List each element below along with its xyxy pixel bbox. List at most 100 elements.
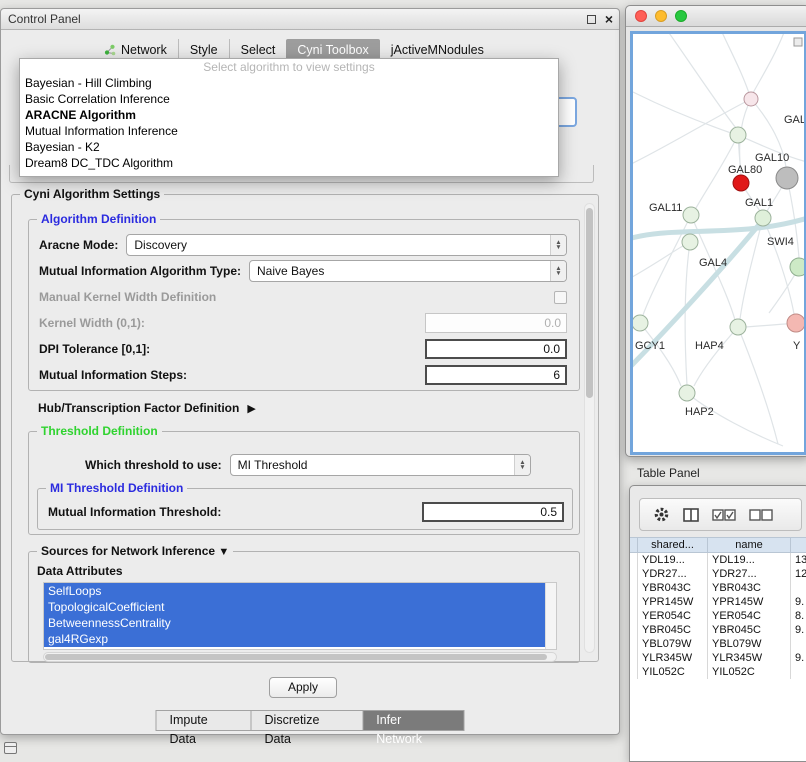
data-attributes-list[interactable]: SelfLoops TopologicalCoefficient Between… [43, 582, 557, 650]
table-row[interactable]: YDR27...YDR27...12 [630, 567, 806, 581]
table-cell[interactable] [791, 581, 806, 595]
algorithm-option[interactable]: Bayesian - K2 [20, 139, 558, 155]
table-header-cell[interactable]: name [708, 538, 791, 552]
table-header-cell[interactable] [791, 538, 806, 552]
network-node[interactable] [633, 315, 648, 331]
mi-type-select[interactable]: Naive Bayes ▲▼ [249, 260, 567, 282]
list-item-selected[interactable]: gal4RGexp [44, 631, 545, 647]
close-traffic-light[interactable] [635, 10, 647, 22]
scrollbar-thumb[interactable] [586, 208, 593, 398]
control-panel-titlebar[interactable]: Control Panel × [1, 9, 619, 30]
network-node[interactable] [682, 234, 698, 250]
table-cell[interactable]: YLR345W [708, 651, 791, 665]
network-overview-box[interactable] [794, 38, 802, 46]
network-node[interactable] [679, 385, 695, 401]
table-cell[interactable]: YLR345W [638, 651, 708, 665]
table-row[interactable]: YLR345WYLR345W9. [630, 651, 806, 665]
network-node[interactable] [730, 127, 746, 143]
table-cell[interactable]: 9. [791, 651, 806, 665]
network-edge[interactable] [721, 34, 751, 99]
network-node[interactable] [787, 314, 804, 332]
list-horizontal-scrollbar[interactable] [43, 652, 557, 662]
network-edge[interactable] [667, 34, 736, 128]
table-cell[interactable]: YBL079W [638, 637, 708, 651]
table-cell[interactable]: YBR043C [708, 581, 791, 595]
algorithm-option[interactable]: Mutual Information Inference [20, 123, 558, 139]
network-edge[interactable] [753, 34, 785, 93]
table-cell[interactable]: YPR145W [638, 595, 708, 609]
empty-checkboxes-icon[interactable] [749, 509, 773, 521]
tab-cyni-toolbox[interactable]: Cyni Toolbox [286, 39, 379, 60]
table-cell[interactable]: 13 [791, 553, 806, 567]
columns-icon[interactable] [683, 508, 699, 522]
zoom-traffic-light[interactable] [675, 10, 687, 22]
table-cell[interactable] [791, 637, 806, 651]
table-row[interactable]: YIL052CYIL052C [630, 665, 806, 679]
network-node[interactable] [733, 175, 749, 191]
table-row[interactable]: YPR145WYPR145W9. [630, 595, 806, 609]
network-graph[interactable]: GALGAL80GAL10GAL11GAL1SWI4GAL4GCY1HAP4YH… [633, 34, 804, 452]
table-row[interactable]: YER054CYER054C8. [630, 609, 806, 623]
settings-scrollbar[interactable] [584, 203, 595, 653]
network-node[interactable] [755, 210, 771, 226]
table-cell[interactable]: 8. [791, 609, 806, 623]
aracne-mode-select[interactable]: Discovery ▲▼ [126, 234, 567, 256]
table-cell[interactable]: YPR145W [708, 595, 791, 609]
hub-definition-section[interactable]: Hub/Transcription Factor Definition ▶ [38, 401, 256, 415]
algorithm-option[interactable]: Bayesian - Hill Climbing [20, 75, 558, 91]
tab-select[interactable]: Select [229, 39, 287, 60]
table-cell[interactable]: 9. [791, 623, 806, 637]
network-node[interactable] [776, 167, 798, 189]
network-node[interactable] [683, 207, 699, 223]
algorithm-option-selected[interactable]: ARACNE Algorithm [20, 107, 558, 123]
table-cell[interactable]: 9. [791, 595, 806, 609]
expand-arrow-icon[interactable]: ▶ [247, 402, 255, 415]
which-threshold-select[interactable]: MI Threshold ▲▼ [230, 454, 531, 476]
network-canvas[interactable]: GALGAL80GAL10GAL11GAL1SWI4GAL4GCY1HAP4YH… [630, 31, 806, 455]
table-row[interactable]: YBR043CYBR043C [630, 581, 806, 595]
list-item-selected[interactable]: BetweennessCentrality [44, 615, 545, 631]
table-cell[interactable]: YBR043C [638, 581, 708, 595]
table-cell[interactable]: YDR27... [638, 567, 708, 581]
apply-button[interactable]: Apply [269, 677, 337, 698]
combo-stepper-icon[interactable]: ▲▼ [514, 455, 530, 475]
table-cell[interactable]: YBL079W [708, 637, 791, 651]
network-edge[interactable] [633, 246, 683, 280]
network-edge[interactable] [738, 327, 778, 444]
tab-jactivemodules[interactable]: jActiveMNodules [380, 39, 495, 60]
network-node[interactable] [790, 258, 804, 276]
manual-kernel-checkbox[interactable] [554, 291, 567, 304]
network-edge[interactable] [633, 92, 731, 133]
table-cell[interactable]: YDL19... [638, 553, 708, 567]
close-window-icon[interactable]: × [605, 13, 613, 25]
algorithm-option[interactable]: Dream8 DC_TDC Algorithm [20, 155, 558, 171]
table-header-cell[interactable]: shared... [638, 538, 708, 552]
table-row[interactable]: YBL079WYBL079W [630, 637, 806, 651]
tab-style[interactable]: Style [178, 39, 229, 60]
minimize-traffic-light[interactable] [655, 10, 667, 22]
network-edge[interactable] [687, 393, 783, 446]
network-node[interactable] [730, 319, 746, 335]
table-cell[interactable] [791, 665, 806, 679]
table-cell[interactable]: YDL19... [708, 553, 791, 567]
algorithm-option[interactable]: Basic Correlation Inference [20, 91, 558, 107]
checked-checkboxes-icon[interactable] [712, 509, 736, 521]
network-node[interactable] [744, 92, 758, 106]
collapse-arrow-icon[interactable]: ▼ [218, 546, 229, 558]
table-cell[interactable]: YER054C [638, 609, 708, 623]
list-vertical-scrollbar[interactable] [545, 583, 556, 649]
sources-group-title[interactable]: Sources for Network Inference ▼ [37, 544, 233, 558]
table-cell[interactable]: YER054C [708, 609, 791, 623]
tab-discretize-data[interactable]: Discretize Data [251, 711, 363, 730]
list-item-selected[interactable]: SelfLoops [44, 583, 545, 599]
table-cell[interactable]: YIL052C [638, 665, 708, 679]
network-edge[interactable] [694, 327, 738, 386]
table-cell[interactable]: YBR045C [708, 623, 791, 637]
table-cell[interactable]: YIL052C [708, 665, 791, 679]
table-row[interactable]: YDL19...YDL19...13 [630, 553, 806, 567]
table-cell[interactable]: YBR045C [638, 623, 708, 637]
collapsed-panel-icon[interactable] [4, 742, 17, 754]
network-edge[interactable] [685, 242, 690, 385]
table-cell[interactable]: YDR27... [708, 567, 791, 581]
scrollbar-thumb[interactable] [45, 654, 547, 660]
